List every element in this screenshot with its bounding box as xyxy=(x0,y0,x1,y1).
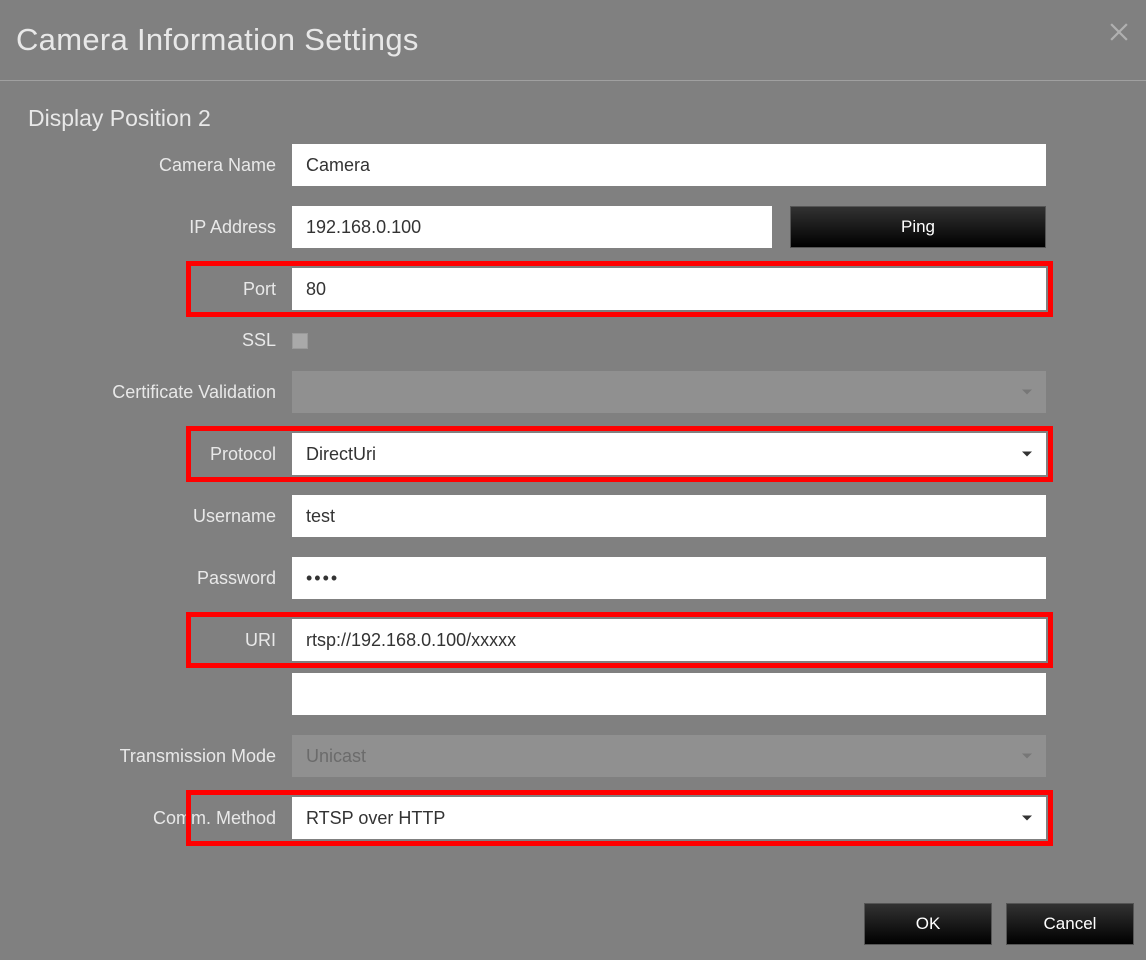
dialog-header: Camera Information Settings xyxy=(0,0,1146,81)
row-port: Port xyxy=(10,268,1046,310)
row-comm-method: Comm. Method RTSP over HTTP xyxy=(10,797,1046,839)
uri-extra-field[interactable] xyxy=(292,673,1046,715)
row-password: Password xyxy=(10,557,1046,599)
ping-button[interactable]: Ping xyxy=(790,206,1046,248)
label-port: Port xyxy=(10,279,292,300)
label-protocol: Protocol xyxy=(10,444,292,465)
label-ip-address: IP Address xyxy=(10,217,292,238)
row-uri-extra xyxy=(10,673,1046,715)
protocol-value: DirectUri xyxy=(292,433,1046,475)
row-ip-address: IP Address Ping xyxy=(10,206,1046,248)
form-area: Camera Name IP Address Ping Port SSL Cer… xyxy=(0,144,1146,839)
label-password: Password xyxy=(10,568,292,589)
cert-validation-select[interactable] xyxy=(292,371,1046,413)
close-icon[interactable] xyxy=(1092,23,1146,46)
password-input[interactable] xyxy=(292,557,1046,599)
chevron-down-icon xyxy=(1022,816,1032,821)
protocol-select[interactable]: DirectUri xyxy=(292,433,1046,475)
cert-validation-value xyxy=(292,371,1046,413)
row-uri: URI xyxy=(10,619,1046,661)
transmission-mode-select[interactable]: Unicast xyxy=(292,735,1046,777)
comm-method-value: RTSP over HTTP xyxy=(292,797,1046,839)
label-username: Username xyxy=(10,506,292,527)
chevron-down-icon xyxy=(1022,452,1032,457)
row-camera-name: Camera Name xyxy=(10,144,1046,186)
label-cert-validation: Certificate Validation xyxy=(10,382,292,403)
dialog-title: Camera Information Settings xyxy=(16,22,419,58)
ip-address-input[interactable] xyxy=(292,206,772,248)
chevron-down-icon xyxy=(1022,390,1032,395)
label-uri: URI xyxy=(10,630,292,651)
dialog-footer: OK Cancel xyxy=(864,903,1134,945)
uri-input[interactable] xyxy=(292,619,1046,661)
label-comm-method: Comm. Method xyxy=(10,808,292,829)
row-cert-validation: Certificate Validation xyxy=(10,371,1046,413)
label-camera-name: Camera Name xyxy=(10,155,292,176)
cancel-button[interactable]: Cancel xyxy=(1006,903,1134,945)
port-input[interactable] xyxy=(292,268,1046,310)
chevron-down-icon xyxy=(1022,754,1032,759)
label-transmission-mode: Transmission Mode xyxy=(10,746,292,767)
camera-name-input[interactable] xyxy=(292,144,1046,186)
section-title: Display Position 2 xyxy=(0,81,1146,144)
row-username: Username xyxy=(10,495,1046,537)
ssl-checkbox[interactable] xyxy=(292,333,308,349)
row-transmission-mode: Transmission Mode Unicast xyxy=(10,735,1046,777)
row-ssl: SSL xyxy=(10,330,1046,351)
label-ssl: SSL xyxy=(10,330,292,351)
ok-button[interactable]: OK xyxy=(864,903,992,945)
comm-method-select[interactable]: RTSP over HTTP xyxy=(292,797,1046,839)
row-protocol: Protocol DirectUri xyxy=(10,433,1046,475)
transmission-mode-value: Unicast xyxy=(292,735,1046,777)
username-input[interactable] xyxy=(292,495,1046,537)
